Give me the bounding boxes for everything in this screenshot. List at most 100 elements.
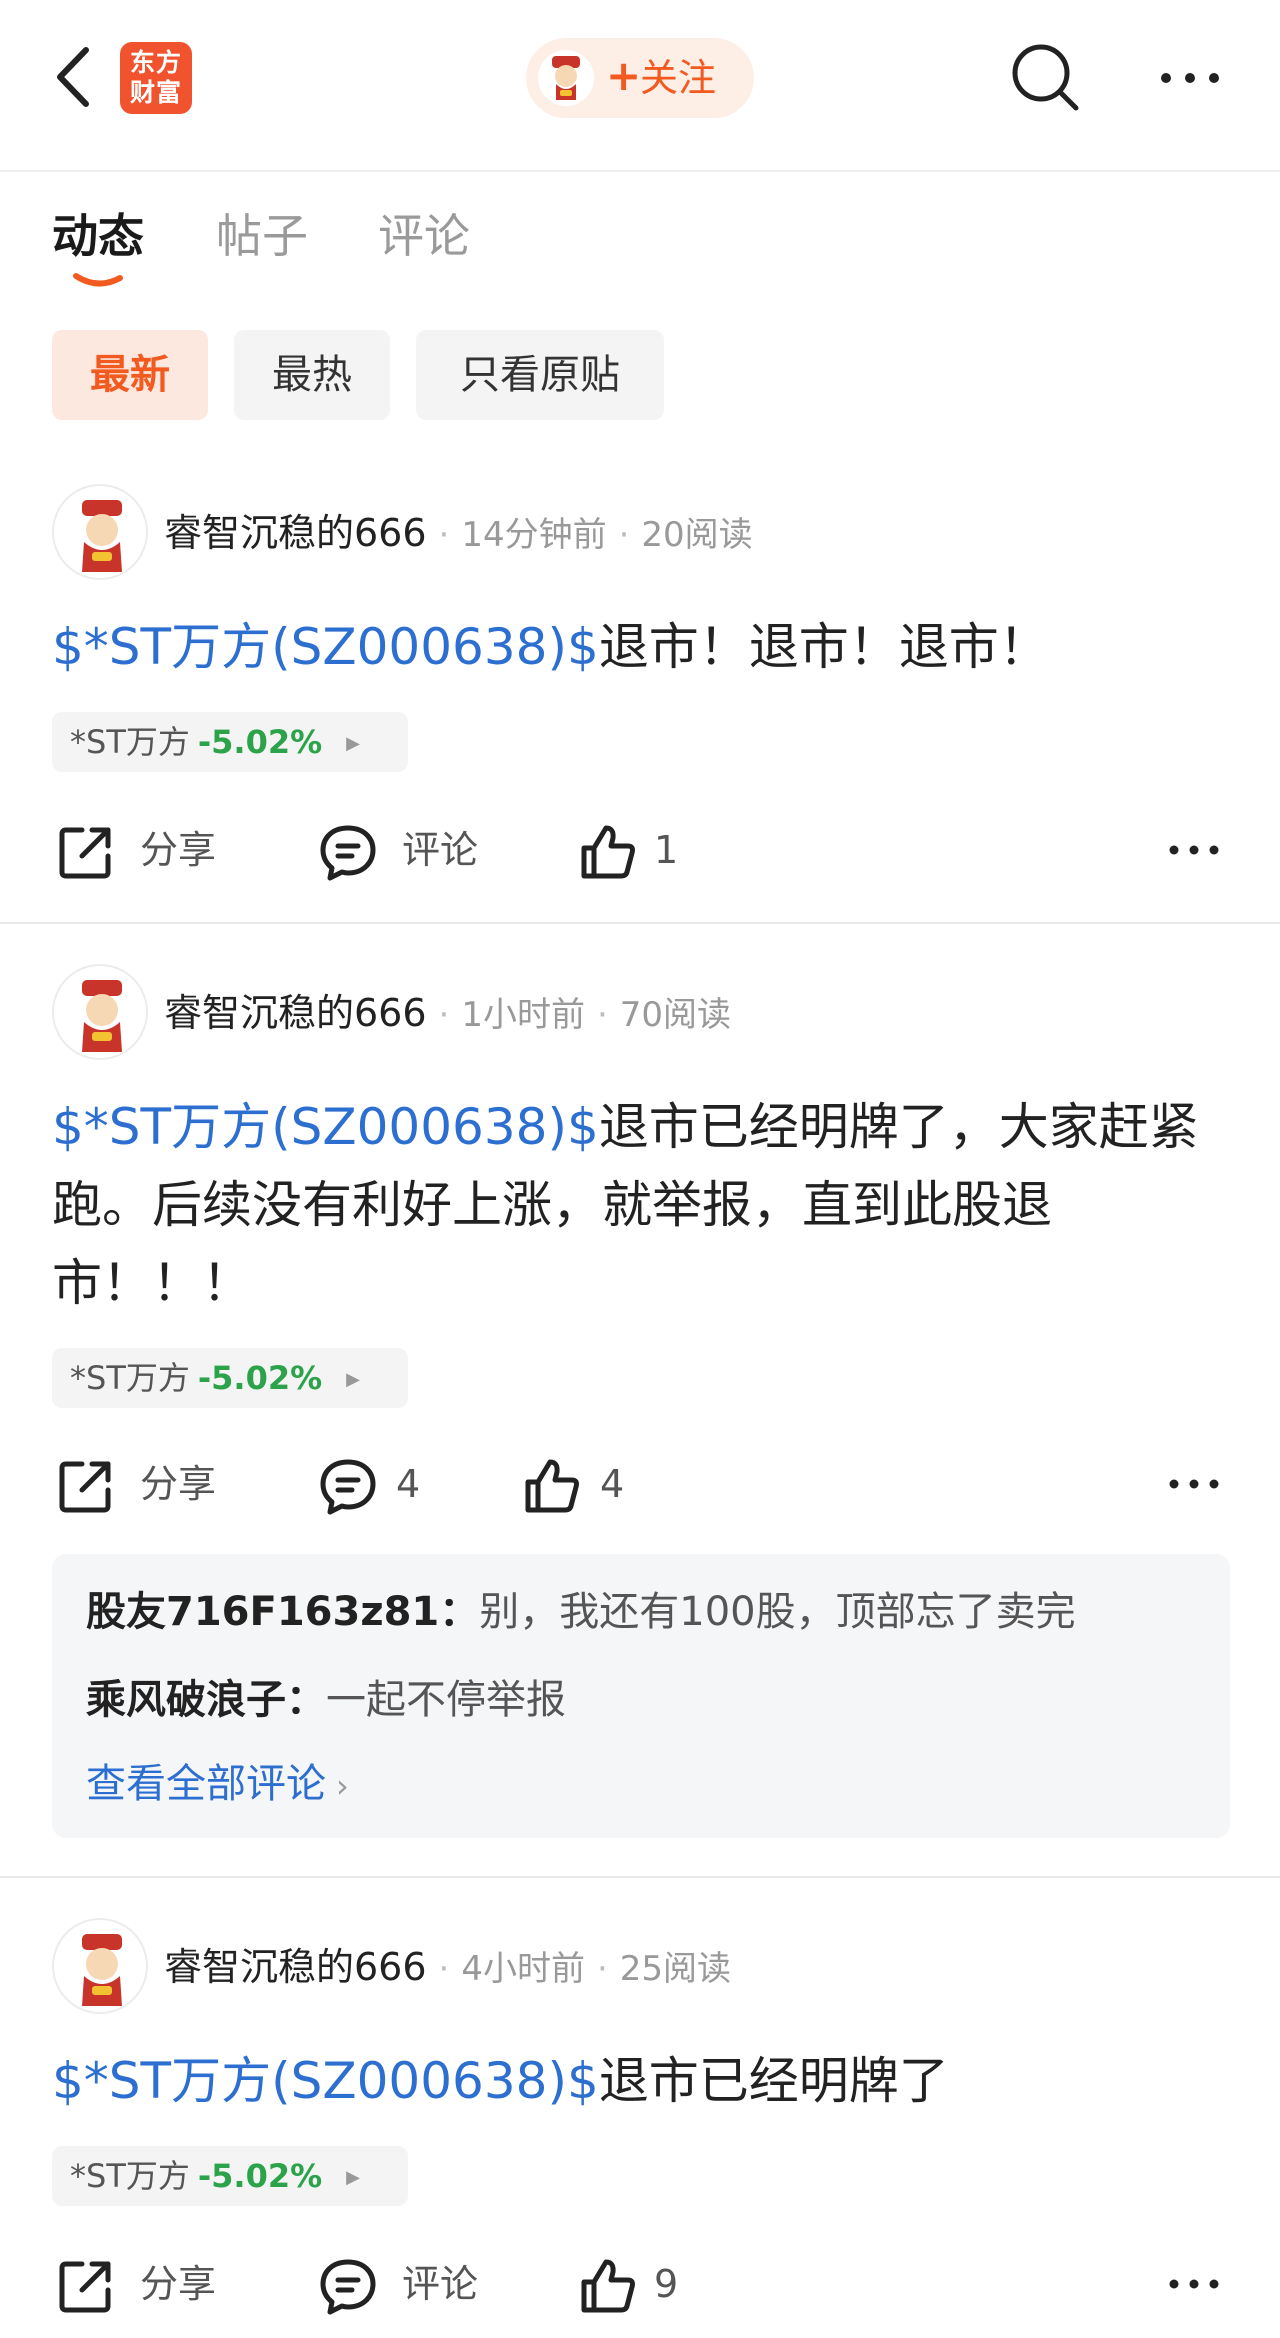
stock-chip[interactable]: *ST万方 -5.02% ▶ (52, 1348, 408, 1408)
author-avatar[interactable] (52, 1918, 148, 2014)
post-reads: 25阅读 (619, 1949, 732, 1989)
author-name[interactable]: 睿智沉稳的666 (164, 991, 427, 1035)
post-content[interactable]: $*ST万方(SZ000638)$退市已经明牌了 (52, 2042, 1232, 2120)
post-more-button[interactable] (1166, 2264, 1222, 2304)
share-button[interactable]: 分享 (56, 810, 236, 890)
meta-separator: · (618, 515, 630, 555)
post-content[interactable]: $*ST万方(SZ000638)$退市！退市！退市！ (52, 608, 1232, 686)
comment-label: 评论 (402, 828, 479, 872)
share-icon (59, 827, 111, 879)
comment-button[interactable]: 评论 (318, 2244, 498, 2324)
post-actions: 分享 4 4 (0, 1444, 1280, 1524)
stock-tag-link[interactable]: $*ST万方(SZ000638)$ (52, 2052, 599, 2110)
post-actions: 分享 评论 1 (0, 810, 1280, 890)
comment-icon (320, 825, 376, 881)
post-reads: 20阅读 (641, 515, 753, 555)
post-more-button[interactable] (1166, 1464, 1222, 1504)
comment-item[interactable]: 股友716F163z81：别，我还有100股，顶部忘了卖完 (86, 1582, 1076, 1642)
post-time: 14分钟前 (461, 515, 607, 555)
filter-latest[interactable]: 最新 (52, 330, 208, 420)
stock-chip[interactable]: *ST万方 -5.02% ▶ (52, 2146, 408, 2206)
god-of-wealth-avatar-icon (82, 500, 122, 572)
god-of-wealth-avatar-icon (82, 1934, 122, 2006)
chevron-right-icon: › (336, 1767, 349, 1805)
stock-name: *ST万方 (70, 1359, 190, 1397)
play-arrow-icon: ▶ (346, 1369, 361, 1390)
author-avatar[interactable] (52, 964, 148, 1060)
tab-posts[interactable]: 帖子 (216, 208, 308, 264)
like-count: 4 (600, 1462, 625, 1506)
more-dots-icon (1169, 2279, 1219, 2289)
comment-text: 一起不停举报 (326, 1677, 566, 1723)
active-tab-indicator (73, 273, 123, 287)
share-label: 分享 (140, 2262, 217, 2306)
app-logo: 东方 财富 (120, 42, 192, 114)
share-icon (59, 2261, 111, 2313)
stock-change: -5.02% (197, 1359, 323, 1397)
comment-author: 乘风破浪子： (86, 1677, 326, 1723)
thumbs-up-icon (525, 1459, 579, 1513)
share-label: 分享 (140, 828, 217, 872)
stock-chip[interactable]: *ST万方 -5.02% ▶ (52, 712, 408, 772)
follow-plus: + (606, 51, 642, 100)
chevron-left-icon (57, 47, 89, 107)
meta-separator: · (438, 995, 450, 1035)
share-button[interactable]: 分享 (56, 2244, 236, 2324)
stock-name: *ST万方 (70, 2157, 190, 2195)
post-divider (0, 1876, 1280, 1878)
comment-item[interactable]: 乘风破浪子：一起不停举报 (86, 1670, 566, 1730)
comment-button[interactable]: 4 (318, 1444, 458, 1524)
post-more-button[interactable] (1166, 830, 1222, 870)
post-actions: 分享 评论 9 (0, 2244, 1280, 2324)
comment-author: 股友716F163z81： (86, 1589, 480, 1635)
search-icon (1012, 44, 1079, 111)
meta-separator: · (596, 1949, 608, 1989)
view-all-label: 查看全部评论 (86, 1761, 326, 1807)
view-all-comments-link[interactable]: 查看全部评论 › (86, 1754, 349, 1816)
like-count: 1 (654, 828, 679, 872)
play-arrow-icon: ▶ (346, 733, 361, 754)
post-meta: 睿智沉稳的666 · 14分钟前 · 20阅读 (164, 498, 753, 570)
like-button[interactable]: 9 (578, 2244, 718, 2324)
stock-change: -5.02% (197, 723, 323, 761)
thumbs-up-icon (581, 825, 635, 879)
like-button[interactable]: 4 (522, 1444, 662, 1524)
stock-tag-link[interactable]: $*ST万方(SZ000638)$ (52, 1098, 599, 1156)
post-divider (0, 922, 1280, 924)
author-avatar[interactable] (52, 484, 148, 580)
top-bar: 东方 财富 + 关注 (0, 0, 1280, 172)
more-button[interactable] (1158, 58, 1222, 98)
tab-bar: 动态 帖子 评论 (0, 172, 1280, 292)
comment-button[interactable]: 评论 (318, 810, 498, 890)
tab-comments[interactable]: 评论 (378, 208, 470, 264)
search-button[interactable] (1008, 40, 1082, 114)
tab-dynamic[interactable]: 动态 (52, 208, 144, 264)
more-dots-icon (1169, 845, 1219, 855)
author-name[interactable]: 睿智沉稳的666 (164, 511, 427, 555)
post-reads: 70阅读 (619, 995, 732, 1035)
filter-original-only[interactable]: 只看原贴 (416, 330, 664, 420)
thumbs-up-icon (581, 2259, 635, 2313)
comment-count: 4 (396, 1462, 421, 1506)
back-button[interactable] (50, 42, 100, 112)
post-text: 退市！退市！退市！ (598, 618, 1049, 676)
play-arrow-icon: ▶ (346, 2167, 361, 2188)
share-button[interactable]: 分享 (56, 1444, 236, 1524)
comment-icon (320, 2259, 376, 2315)
logo-line-2: 财富 (129, 78, 182, 107)
follow-button[interactable]: + 关注 (526, 38, 754, 118)
comment-preview-box: 股友716F163z81：别，我还有100股，顶部忘了卖完 乘风破浪子：一起不停… (52, 1554, 1230, 1838)
meta-separator: · (596, 995, 608, 1035)
comment-icon (320, 1459, 376, 1515)
meta-separator: · (438, 515, 450, 555)
stock-name: *ST万方 (70, 723, 190, 761)
post-time: 1小时前 (461, 995, 585, 1035)
stock-tag-link[interactable]: $*ST万方(SZ000638)$ (52, 618, 599, 676)
avatar (538, 50, 594, 106)
post-text: 退市已经明牌了 (598, 2052, 949, 2110)
filter-hot[interactable]: 最热 (234, 330, 390, 420)
like-button[interactable]: 1 (578, 810, 718, 890)
post-content[interactable]: $*ST万方(SZ000638)$退市已经明牌了，大家赶紧跑。后续没有利好上涨，… (52, 1088, 1222, 1322)
post-meta: 睿智沉稳的666 · 4小时前 · 25阅读 (164, 1932, 731, 2004)
author-name[interactable]: 睿智沉稳的666 (164, 1945, 427, 1989)
